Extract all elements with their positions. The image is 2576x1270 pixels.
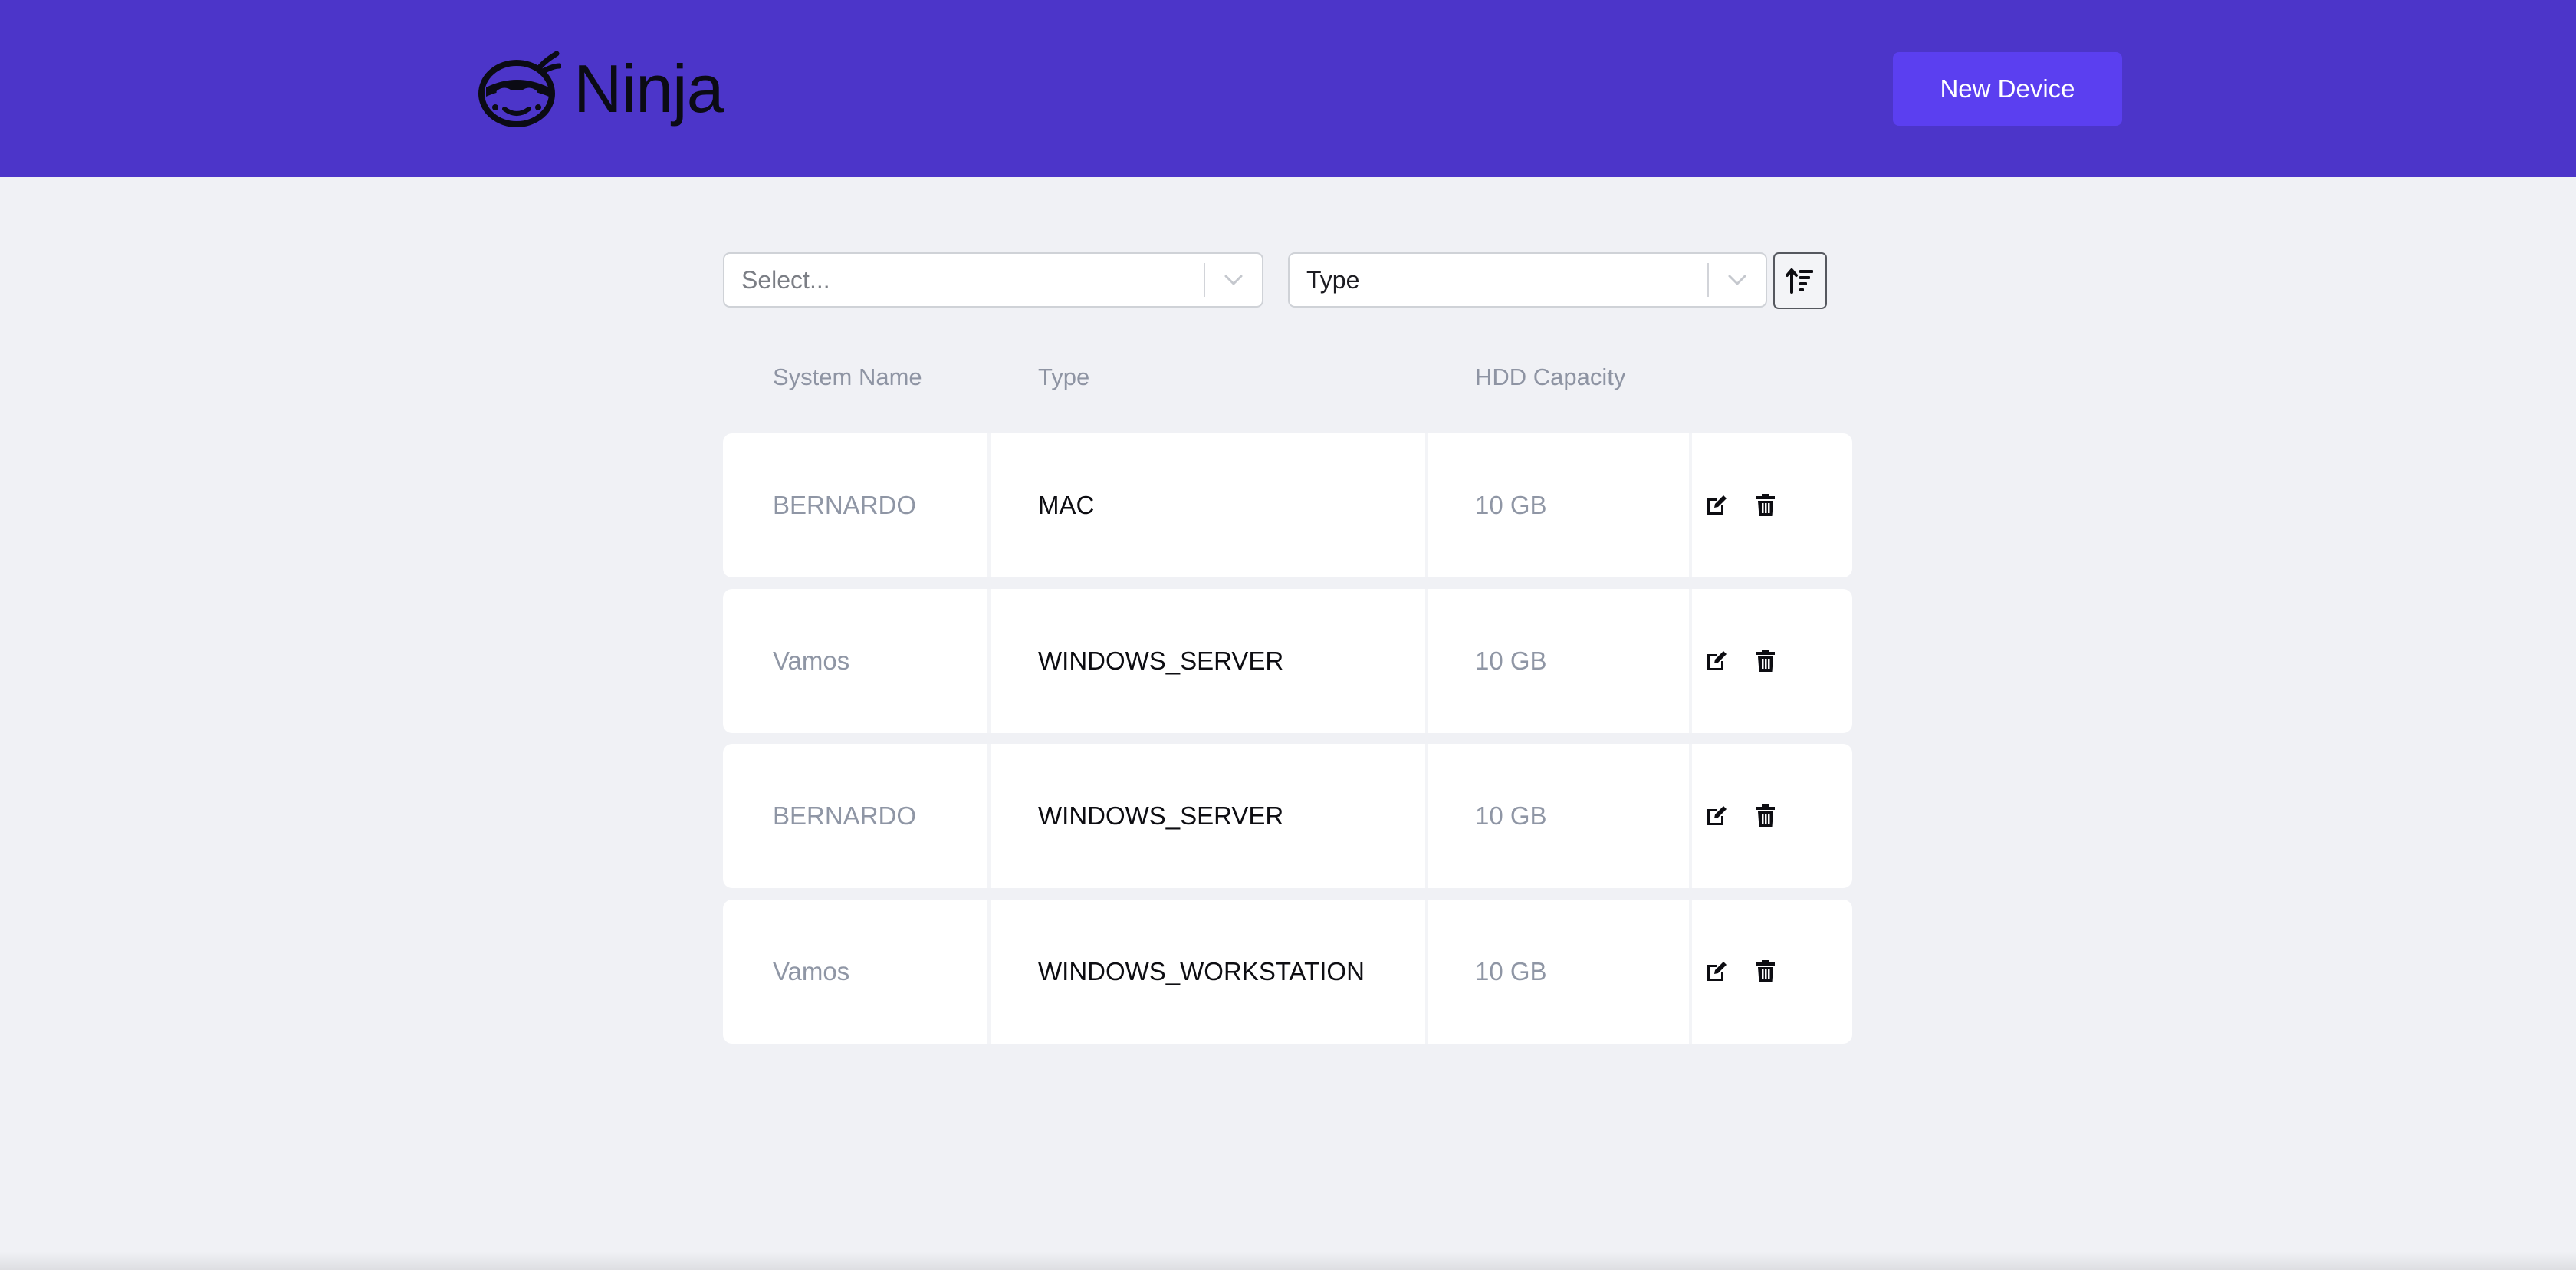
cell-divider [1425, 744, 1428, 888]
sort-by-value: Type [1306, 265, 1360, 294]
page-bottom-shadow [0, 1252, 2576, 1270]
system-name-cell: Vamos [773, 957, 850, 985]
brand-logo[interactable]: Ninja [477, 49, 724, 129]
cell-divider [987, 744, 991, 888]
table-row: Vamos WINDOWS_SERVER 10 GB [723, 589, 1852, 733]
trash-icon[interactable] [1750, 646, 1781, 676]
cell-divider [1689, 433, 1692, 577]
system-name-cell: BERNARDO [773, 801, 917, 830]
edit-icon[interactable] [1701, 646, 1732, 676]
system-name-cell: Vamos [773, 647, 850, 675]
edit-icon[interactable] [1701, 956, 1732, 987]
type-cell: WINDOWS_SERVER [1038, 801, 1284, 830]
new-device-button[interactable]: New Device [1893, 52, 2122, 126]
hdd-capacity-cell: 10 GB [1475, 957, 1547, 985]
cell-divider [1689, 900, 1692, 1044]
edit-icon[interactable] [1701, 490, 1732, 521]
chevron-down-icon[interactable] [1709, 254, 1766, 306]
column-header-hdd-capacity[interactable]: HDD Capacity [1475, 360, 1625, 394]
hdd-capacity-cell: 10 GB [1475, 801, 1547, 830]
app-header: Ninja New Device [0, 0, 2576, 177]
device-type-filter-placeholder: Select... [741, 265, 830, 294]
trash-icon[interactable] [1750, 956, 1781, 987]
cell-divider [1689, 744, 1692, 888]
brand-name: Ninja [573, 51, 724, 127]
cell-divider [987, 433, 991, 577]
hdd-capacity-cell: 10 GB [1475, 647, 1547, 675]
type-cell: MAC [1038, 491, 1095, 519]
sort-direction-button[interactable] [1773, 252, 1827, 309]
device-type-filter-select[interactable]: Select... [723, 252, 1263, 308]
table-row: BERNARDO WINDOWS_SERVER 10 GB [723, 744, 1852, 888]
column-header-type[interactable]: Type [1038, 360, 1089, 394]
cell-divider [1425, 900, 1428, 1044]
edit-icon[interactable] [1701, 801, 1732, 831]
type-cell: WINDOWS_WORKSTATION [1038, 957, 1365, 985]
table-row: BERNARDO MAC 10 GB [723, 433, 1852, 577]
trash-icon[interactable] [1750, 801, 1781, 831]
ninja-face-icon [478, 51, 561, 127]
system-name-cell: BERNARDO [773, 491, 917, 519]
sort-ascending-icon [1786, 268, 1813, 294]
cell-divider [987, 589, 991, 733]
table-row: Vamos WINDOWS_WORKSTATION 10 GB [723, 900, 1852, 1044]
hdd-capacity-cell: 10 GB [1475, 491, 1547, 519]
sort-by-select[interactable]: Type [1288, 252, 1767, 308]
cell-divider [1689, 589, 1692, 733]
cell-divider [1425, 433, 1428, 577]
type-cell: WINDOWS_SERVER [1038, 647, 1284, 675]
chevron-down-icon[interactable] [1205, 254, 1262, 306]
column-header-system-name[interactable]: System Name [773, 360, 922, 394]
cell-divider [987, 900, 991, 1044]
trash-icon[interactable] [1750, 490, 1781, 521]
cell-divider [1425, 589, 1428, 733]
